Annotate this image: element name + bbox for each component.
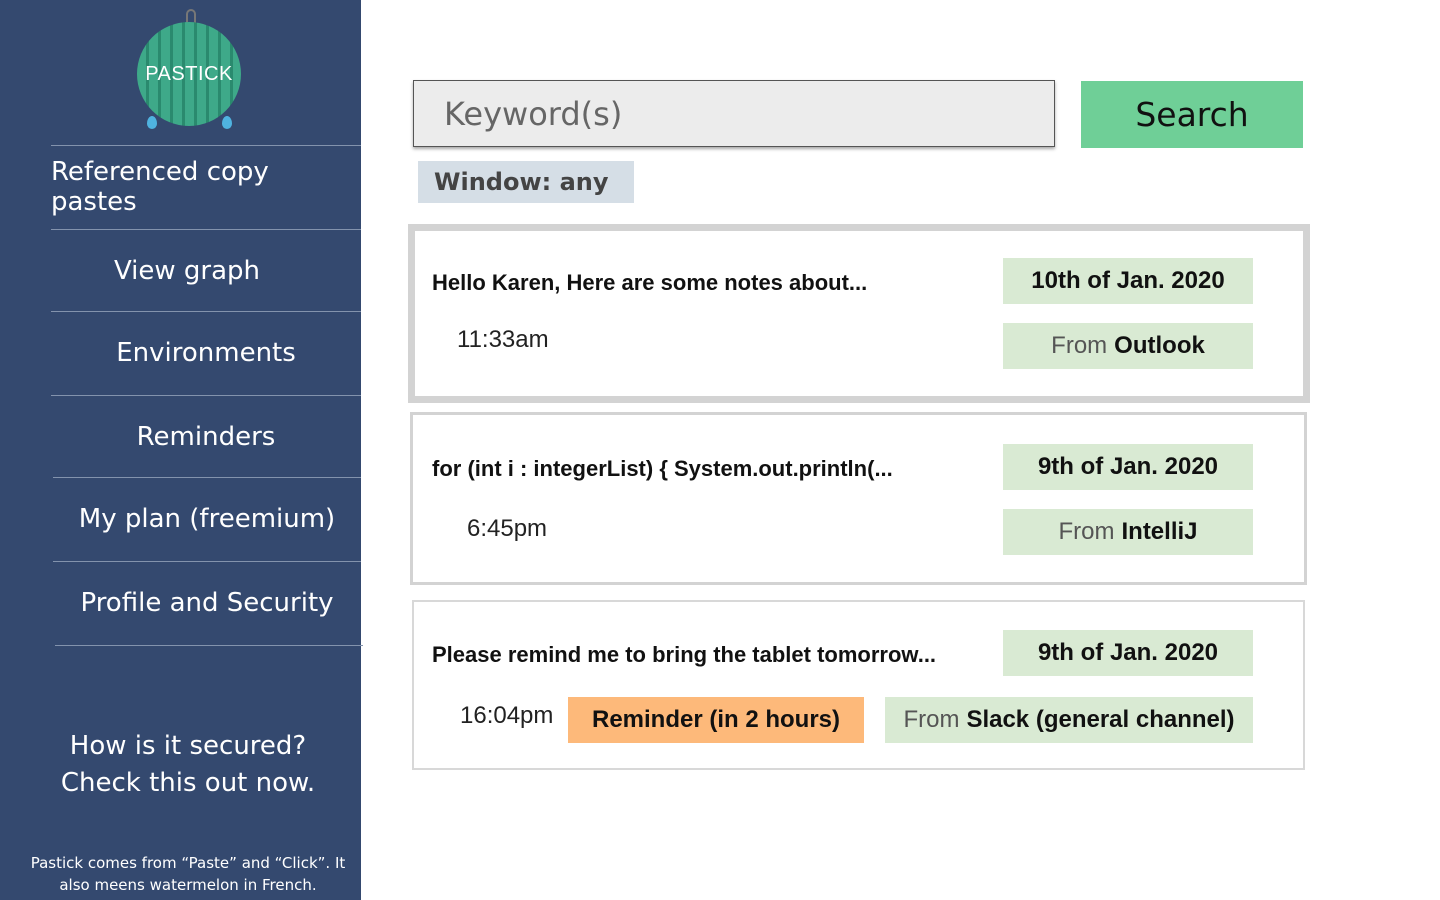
- entry-source-badge: From IntelliJ: [1003, 509, 1253, 555]
- sidebar-item-my-plan[interactable]: My plan (freemium): [53, 477, 361, 559]
- entry-snippet: for (int i : integerList) { System.out.p…: [432, 456, 893, 481]
- reminder-badge[interactable]: Reminder (in 2 hours): [568, 697, 864, 743]
- entry-snippet: Please remind me to bring the tablet tom…: [432, 642, 937, 667]
- from-label: From: [1058, 518, 1115, 545]
- entry-date-badge: 9th of Jan. 2020: [1003, 630, 1253, 676]
- footnote-line-2: also meens watermelon in French.: [59, 876, 317, 894]
- entry-source-badge: From Slack (general channel): [885, 697, 1253, 743]
- sidebar-item-reminders[interactable]: Reminders: [51, 395, 361, 477]
- from-label: From: [903, 706, 960, 733]
- source-app: Slack (general channel): [966, 706, 1235, 733]
- sidebar-item-view-graph[interactable]: View graph: [51, 229, 361, 311]
- footnote-line-1: Pastick comes from “Paste” and “Click”. …: [30, 854, 346, 872]
- entry-snippet: Hello Karen, Here are some notes about..…: [432, 270, 868, 295]
- name-origin-footnote: Pastick comes from “Paste” and “Click”. …: [20, 852, 356, 896]
- sidebar-item-label: Reminders: [136, 421, 276, 452]
- sidebar-divider: [55, 645, 363, 646]
- entry-date-badge: 10th of Jan. 2020: [1003, 258, 1253, 304]
- source-app: IntelliJ: [1121, 518, 1198, 545]
- from-label: From: [1051, 332, 1108, 359]
- sidebar-item-referenced-copy-pastes[interactable]: Referenced copy pastes: [51, 145, 361, 227]
- entry-time: 11:33am: [457, 326, 549, 353]
- security-info-link[interactable]: How is it secured? Check this out now.: [20, 728, 356, 802]
- sidebar-item-environments[interactable]: Environments: [51, 311, 361, 393]
- copy-paste-card[interactable]: [408, 224, 1310, 403]
- source-app: Outlook: [1114, 332, 1205, 359]
- logo-text: PASTICK: [145, 62, 233, 85]
- sidebar: PASTICK Referenced copy pastes View grap…: [0, 0, 363, 900]
- water-drop-icon: [147, 116, 157, 129]
- watermelon-logo-icon[interactable]: PASTICK: [137, 22, 241, 126]
- sidebar-item-label: Referenced copy pastes: [51, 156, 269, 217]
- water-drop-icon: [222, 116, 232, 129]
- window-filter-chip[interactable]: Window: any: [418, 161, 634, 203]
- security-line-1: How is it secured?: [69, 731, 307, 761]
- sidebar-item-label: Profile and Security: [80, 587, 334, 618]
- sidebar-item-profile-and-security[interactable]: Profile and Security: [53, 561, 361, 643]
- copy-paste-card[interactable]: [412, 600, 1305, 770]
- sidebar-item-label: My plan (freemium): [78, 503, 336, 534]
- sidebar-item-label: Environments: [116, 337, 296, 368]
- search-input[interactable]: [413, 80, 1055, 147]
- security-line-2: Check this out now.: [60, 768, 316, 798]
- sidebar-item-label: View graph: [113, 255, 261, 286]
- entry-date-badge: 9th of Jan. 2020: [1003, 444, 1253, 490]
- entry-time: 6:45pm: [467, 515, 548, 542]
- entry-source-badge: From Outlook: [1003, 323, 1253, 369]
- search-button[interactable]: Search: [1081, 81, 1303, 148]
- entry-time: 16:04pm: [460, 702, 554, 729]
- copy-paste-card[interactable]: [410, 412, 1307, 585]
